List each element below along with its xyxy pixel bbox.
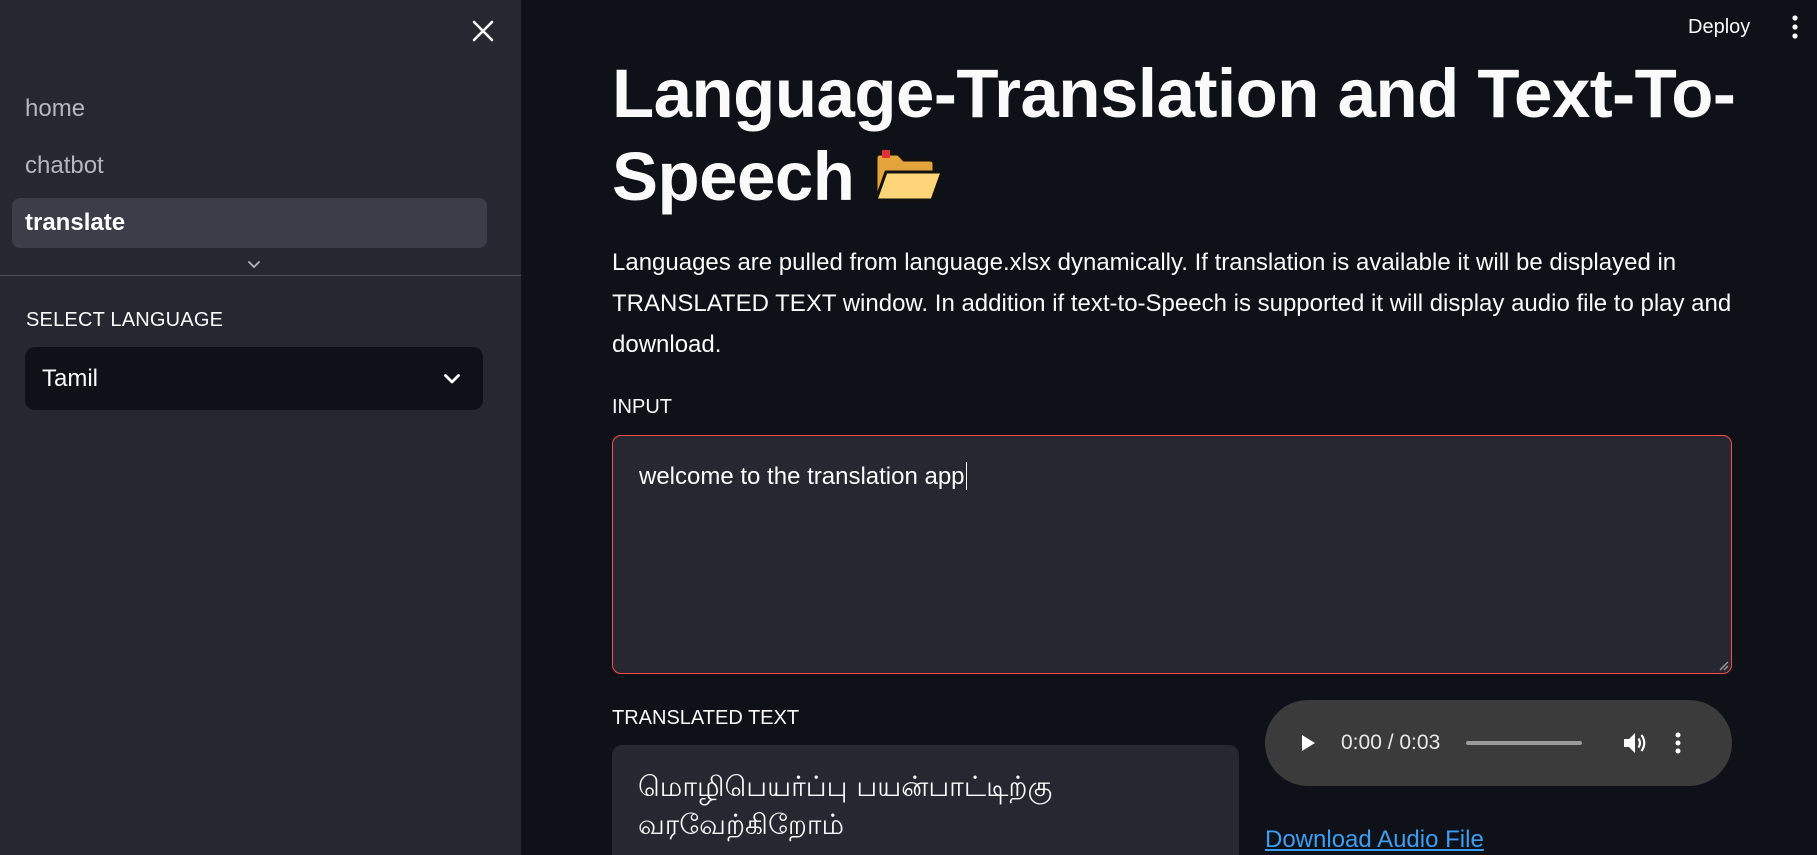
open-folder-icon: [872, 141, 944, 224]
language-select[interactable]: Tamil: [25, 347, 483, 410]
sidebar-nav: home chatbot translate: [12, 84, 487, 255]
text-caret: [965, 462, 967, 490]
close-icon: [472, 20, 494, 42]
page-title-text: Language-Translation and Text-To-Speech: [612, 55, 1736, 215]
nav-expand-button[interactable]: [244, 255, 264, 273]
audio-player: 0:00 / 0:03: [1265, 700, 1732, 786]
language-select-value: Tamil: [42, 364, 99, 392]
page-description: Languages are pulled from language.xlsx …: [612, 249, 1732, 358]
sidebar-item-home[interactable]: home: [12, 84, 487, 134]
volume-icon: [1624, 733, 1646, 753]
audio-time: 0:00 / 0:03: [1341, 731, 1441, 754]
sidebar-item-chatbot[interactable]: chatbot: [12, 141, 487, 191]
audio-options-button[interactable]: [1668, 728, 1688, 758]
page-title: Language-Translation and Text-To-Speech: [612, 52, 1752, 224]
sidebar-item-label: home: [25, 95, 86, 122]
sidebar-item-label: translate: [25, 209, 126, 236]
input-textarea[interactable]: welcome to the translation app: [612, 435, 1732, 674]
main-menu-button[interactable]: [1784, 12, 1806, 42]
deploy-button[interactable]: Deploy: [1676, 12, 1762, 42]
input-text: welcome to the translation app: [639, 463, 965, 490]
volume-button[interactable]: [1620, 728, 1650, 758]
more-vertical-icon: [1675, 732, 1681, 754]
translated-text: மொழிபெயர்ப்பு பயன்பாட்டிற்கு வரவேற்கிறோம…: [638, 770, 1053, 841]
sidebar: home chatbot translate SELECT LANGUAGE T…: [0, 0, 521, 855]
play-icon: [1302, 735, 1315, 751]
play-button[interactable]: [1293, 728, 1323, 758]
select-language-label: SELECT LANGUAGE: [26, 309, 224, 331]
sidebar-divider: [0, 275, 521, 276]
more-vertical-icon: [1792, 15, 1798, 39]
translated-text-box: மொழிபெயர்ப்பு பயன்பாட்டிற்கு வரவேற்கிறோம…: [612, 745, 1239, 855]
input-label: INPUT: [612, 396, 672, 418]
app: home chatbot translate SELECT LANGUAGE T…: [0, 0, 1817, 855]
sidebar-item-label: chatbot: [25, 152, 104, 179]
translated-text-label: TRANSLATED TEXT: [612, 707, 800, 729]
chevron-down-icon: [444, 373, 460, 383]
download-audio-link[interactable]: Download Audio File: [1265, 826, 1484, 854]
sidebar-item-translate[interactable]: translate: [12, 198, 487, 248]
close-sidebar-button[interactable]: [466, 14, 500, 48]
chevron-down-icon: [248, 260, 260, 268]
audio-progress-slider[interactable]: [1466, 741, 1583, 745]
resize-handle-icon[interactable]: [1717, 659, 1729, 671]
